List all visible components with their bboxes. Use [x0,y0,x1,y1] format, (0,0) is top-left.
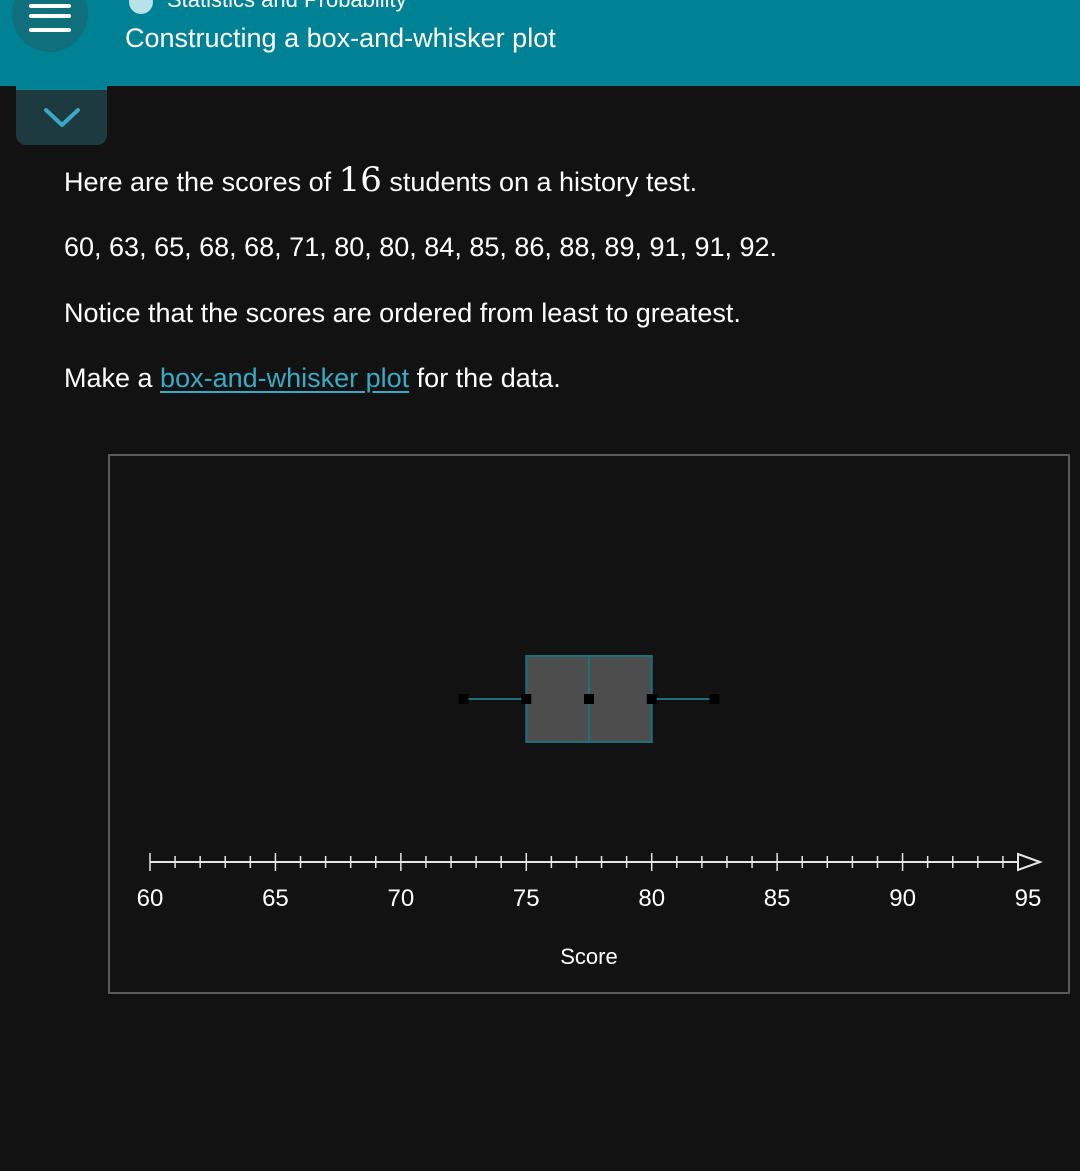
min-handle[interactable] [458,694,469,704]
menu-button[interactable] [12,0,88,52]
scores-list: 60, 63, 65, 68, 68, 71, 80, 80, 84, 85, … [64,232,778,262]
hamburger-icon-line [29,28,71,32]
max-handle[interactable] [709,694,720,704]
x-tick-label: 60 [137,885,164,912]
median-handle[interactable] [584,694,594,704]
x-axis-title: Score [560,944,617,969]
header-bar: Statistics and Probability Constructing … [0,0,1080,86]
student-count: 16 [338,160,382,200]
instruction-text-before: Make a [64,363,161,393]
hamburger-icon [29,4,71,8]
intro-text-after: students on a history test. [381,167,698,197]
x-axis-arrow [1017,852,1043,872]
box-and-whisker-definition-link[interactable]: box-and-whisker plot [160,363,409,393]
instruction: Make a box-and-whisker plot for the data… [64,363,561,394]
intro-text-before: Here are the scores of [64,167,339,197]
subject-label: Statistics and Probability [167,0,407,13]
box-lower-half [525,655,590,743]
problem-intro: Here are the scores of 16 students on a … [64,160,697,200]
plot-area[interactable]: 60 65 70 75 80 85 90 95 Score [108,454,1070,994]
instruction-text-after: for the data. [409,363,561,393]
q3-handle[interactable] [646,694,657,704]
toggle-accent-line [16,86,107,90]
topic-status-icon [129,0,153,14]
hamburger-icon-line [29,14,71,18]
x-tick-label: 95 [1015,885,1042,912]
x-tick-label: 90 [889,885,916,912]
q1-handle[interactable] [521,694,532,704]
x-tick-label: 85 [764,885,791,912]
box-plot-chart[interactable]: 60 65 70 75 80 85 90 95 Score [110,456,1068,992]
page-title: Constructing a box-and-whisker plot [125,23,556,53]
box-upper-half [588,655,653,743]
expand-toggle-button[interactable] [16,86,107,145]
x-tick-label: 80 [638,885,665,912]
chevron-down-icon [44,108,80,127]
x-tick-label: 70 [388,885,415,912]
x-tick-label: 65 [262,885,289,912]
notice-text: Notice that the scores are ordered from … [64,298,741,328]
x-tick-label: 75 [513,885,540,912]
